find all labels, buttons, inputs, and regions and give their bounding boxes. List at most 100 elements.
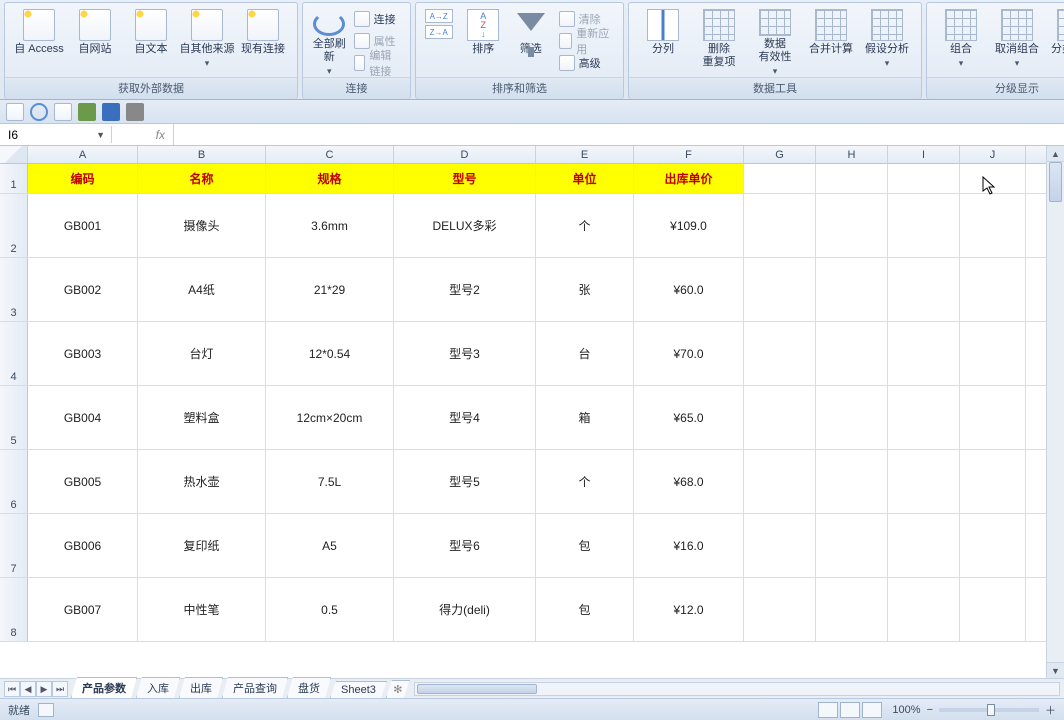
cell-D7[interactable]: 型号6 — [394, 514, 536, 577]
tab-next-icon[interactable]: ▶ — [36, 681, 52, 697]
tab-prev-icon[interactable]: ◀ — [20, 681, 36, 697]
col-header-H[interactable]: H — [816, 146, 888, 163]
zoom-knob[interactable] — [987, 704, 995, 716]
cell-J4[interactable] — [960, 322, 1026, 385]
from-web-button[interactable]: 自网站 — [67, 7, 123, 77]
tab-first-icon[interactable]: ⏮ — [4, 681, 20, 697]
cell-H1[interactable] — [816, 164, 888, 193]
qat-icon-4[interactable] — [78, 103, 96, 121]
cell-B2[interactable]: 摄像头 — [138, 194, 266, 257]
row-header-4[interactable]: 4 — [0, 322, 28, 385]
cell-G4[interactable] — [744, 322, 816, 385]
sheet-tab-0[interactable]: 产品参数 — [71, 677, 137, 698]
zoom-in-icon[interactable]: ＋ — [1045, 702, 1056, 718]
col-header-D[interactable]: D — [394, 146, 536, 163]
col-header-F[interactable]: F — [634, 146, 744, 163]
formula-input[interactable] — [176, 126, 1062, 143]
cell-G2[interactable] — [744, 194, 816, 257]
cell-J8[interactable] — [960, 578, 1026, 641]
cell-A8[interactable]: GB007 — [28, 578, 138, 641]
cell-J2[interactable] — [960, 194, 1026, 257]
row-header-7[interactable]: 7 — [0, 514, 28, 577]
cell-D5[interactable]: 型号4 — [394, 386, 536, 449]
cell-I3[interactable] — [888, 258, 960, 321]
cell-D4[interactable]: 型号3 — [394, 322, 536, 385]
view-layout-icon[interactable] — [840, 702, 860, 718]
print-icon[interactable] — [126, 103, 144, 121]
cell-H4[interactable] — [816, 322, 888, 385]
group-button[interactable]: 组合 — [933, 7, 989, 77]
select-all-corner[interactable] — [0, 146, 28, 163]
existing-conn-button[interactable]: 现有连接 — [235, 7, 291, 77]
cell-I5[interactable] — [888, 386, 960, 449]
cell-F4[interactable]: ¥70.0 — [634, 322, 744, 385]
scroll-down-icon[interactable]: ▼ — [1047, 662, 1064, 678]
connections-button[interactable]: 连接 — [354, 9, 400, 29]
row-header-1[interactable]: 1 — [0, 164, 28, 193]
cell-C8[interactable]: 0.5 — [266, 578, 394, 641]
cell-F1[interactable]: 出库单价 — [634, 164, 744, 193]
cell-B5[interactable]: 塑料盒 — [138, 386, 266, 449]
tab-last-icon[interactable]: ⏭ — [52, 681, 68, 697]
cell-B7[interactable]: 复印纸 — [138, 514, 266, 577]
cell-E7[interactable]: 包 — [536, 514, 634, 577]
cell-J6[interactable] — [960, 450, 1026, 513]
status-macro-icon[interactable] — [38, 703, 54, 717]
cell-B6[interactable]: 热水壶 — [138, 450, 266, 513]
cell-J5[interactable] — [960, 386, 1026, 449]
cell-C7[interactable]: A5 — [266, 514, 394, 577]
col-header-C[interactable]: C — [266, 146, 394, 163]
cell-A5[interactable]: GB004 — [28, 386, 138, 449]
sheet-tab-1[interactable]: 入库 — [136, 677, 180, 698]
col-header-A[interactable]: A — [28, 146, 138, 163]
cell-H3[interactable] — [816, 258, 888, 321]
filter-button[interactable]: 筛选 — [507, 7, 555, 77]
consolidate-button[interactable]: 合并计算 — [803, 7, 859, 77]
view-normal-icon[interactable] — [818, 702, 838, 718]
cell-A4[interactable]: GB003 — [28, 322, 138, 385]
cell-I1[interactable] — [888, 164, 960, 193]
hscroll-thumb[interactable] — [417, 684, 537, 694]
vertical-scrollbar[interactable]: ▲ ▼ — [1046, 146, 1064, 678]
cell-I2[interactable] — [888, 194, 960, 257]
col-header-B[interactable]: B — [138, 146, 266, 163]
cell-J1[interactable] — [960, 164, 1026, 193]
cell-C2[interactable]: 3.6mm — [266, 194, 394, 257]
cell-A6[interactable]: GB005 — [28, 450, 138, 513]
cell-G7[interactable] — [744, 514, 816, 577]
cell-G8[interactable] — [744, 578, 816, 641]
cell-D2[interactable]: DELUX多彩 — [394, 194, 536, 257]
cell-E5[interactable]: 箱 — [536, 386, 634, 449]
sheet-tab-5[interactable]: Sheet3 — [330, 681, 387, 698]
zoom-out-icon[interactable]: − — [927, 704, 933, 716]
name-box[interactable]: I6 ▼ — [2, 126, 112, 143]
row-header-6[interactable]: 6 — [0, 450, 28, 513]
cell-B1[interactable]: 名称 — [138, 164, 266, 193]
cell-H6[interactable] — [816, 450, 888, 513]
save-icon[interactable] — [102, 103, 120, 121]
cell-B8[interactable]: 中性笔 — [138, 578, 266, 641]
cell-B3[interactable]: A4纸 — [138, 258, 266, 321]
cell-E6[interactable]: 个 — [536, 450, 634, 513]
cell-F5[interactable]: ¥65.0 — [634, 386, 744, 449]
cell-I6[interactable] — [888, 450, 960, 513]
cell-G1[interactable] — [744, 164, 816, 193]
cell-G3[interactable] — [744, 258, 816, 321]
cell-E3[interactable]: 张 — [536, 258, 634, 321]
remove-dup-button[interactable]: 删除重复项 — [691, 7, 747, 77]
advanced-button[interactable]: 高级 — [559, 53, 613, 73]
view-pagebreak-icon[interactable] — [862, 702, 882, 718]
col-header-G[interactable]: G — [744, 146, 816, 163]
cell-H2[interactable] — [816, 194, 888, 257]
cell-A2[interactable]: GB001 — [28, 194, 138, 257]
cell-H8[interactable] — [816, 578, 888, 641]
scroll-up-icon[interactable]: ▲ — [1047, 146, 1064, 162]
qat-icon-1[interactable] — [6, 103, 24, 121]
cell-D8[interactable]: 得力(deli) — [394, 578, 536, 641]
text-to-cols-button[interactable]: 分列 — [635, 7, 691, 77]
col-header-I[interactable]: I — [888, 146, 960, 163]
cell-A3[interactable]: GB002 — [28, 258, 138, 321]
name-box-dropdown-icon[interactable]: ▼ — [96, 130, 105, 140]
cell-A1[interactable]: 编码 — [28, 164, 138, 193]
refresh-all-button[interactable]: 全部刷新 — [309, 7, 350, 77]
